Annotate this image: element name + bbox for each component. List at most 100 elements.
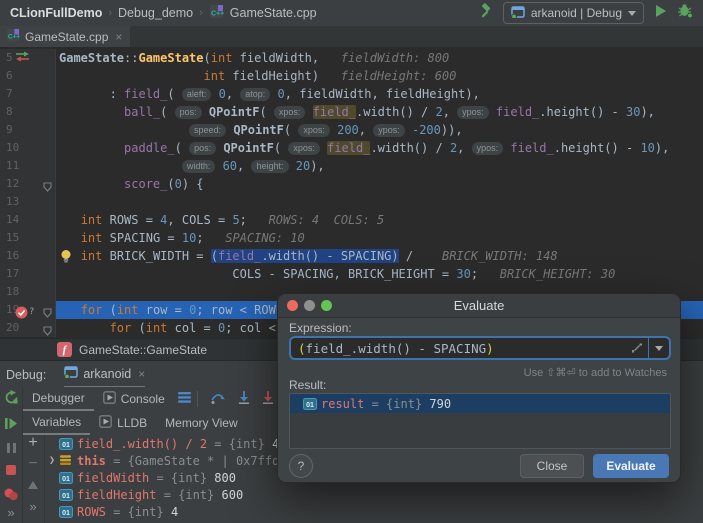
debug-session-tab[interactable]: arkanoid × [64,361,146,388]
code-text[interactable]: int fieldHeight) fieldHeight: 600 [56,67,703,85]
code-line-9[interactable]: 9 speed: QPointF( xpos: 200, ypos: -200)… [0,121,703,139]
navigate-arrows-icon[interactable] [15,51,30,62]
triangle-up-icon[interactable] [22,481,44,489]
debug-button[interactable] [677,3,693,23]
variable-row[interactable]: 01 ROWS = {int} 4 [45,503,703,520]
gutter[interactable]: 19? [0,301,56,319]
result-row[interactable]: 01 result = {int} 790 [290,394,670,413]
code-line-17[interactable]: 17 COLS - SPACING, BRICK_HEIGHT = 30; BR… [0,265,703,283]
code-line-15[interactable]: 15 int SPACING = 10; SPACING: 10 [0,229,703,247]
code-line-13[interactable]: 13 [0,193,703,211]
window-controls [287,300,332,311]
code-line-8[interactable]: 8 ball_( pos: QPointF( xpos: field_.widt… [0,103,703,121]
gutter[interactable]: 11 [0,157,56,175]
breadcrumb-separator-icon: › [199,7,203,19]
remove-watch-minus-icon[interactable]: − [22,455,44,473]
variable-name: ROWS [77,504,106,519]
breadcrumb-function[interactable]: GameState::GameState [79,343,207,357]
code-text[interactable]: GameState::GameState(int fieldWidth, fie… [56,49,703,67]
close-tab-icon[interactable]: × [115,30,122,44]
code-line-7[interactable]: 7 : field_( aleft: 0, atop: 0, fieldWidt… [0,85,703,103]
function-icon: f [57,342,72,357]
gutter[interactable]: 5 [0,49,56,67]
breadcrumb-project[interactable]: CLionFullDemo [10,6,102,20]
gutter[interactable]: 15 [0,229,56,247]
gutter[interactable]: 7 [0,85,56,103]
breadcrumb-file[interactable]: GameState.cpp [230,6,317,20]
clion-window: CLionFullDemo › Debug_demo › C++ GameSta… [0,0,703,523]
gutter[interactable]: 14 [0,211,56,229]
force-step-into-icon[interactable] [262,391,274,407]
build-hammer-icon[interactable] [477,2,493,24]
code-text[interactable]: int ROWS = 4, COLS = 5; ROWS: 4 COLS: 5 [56,211,703,229]
main-toolbar: CLionFullDemo › Debug_demo › C++ GameSta… [0,0,703,26]
variable-type: = {int} [105,504,171,519]
breadcrumb-folder[interactable]: Debug_demo [118,6,193,20]
minimize-window-icon[interactable] [304,300,315,311]
help-button[interactable]: ? [289,454,313,478]
gutter[interactable]: 10 [0,139,56,157]
step-into-icon[interactable] [238,391,250,407]
tab-console[interactable]: Console [94,387,174,411]
rerun-icon[interactable] [0,390,22,405]
more-actions-chevrons-icon[interactable]: » [0,505,22,520]
variable-row[interactable]: 01 fieldHeight = {int} 600 [45,486,703,503]
resume-icon[interactable] [0,417,22,430]
view-breakpoints-icon[interactable] [0,487,22,501]
code-line-14[interactable]: 14 int ROWS = 4, COLS = 5; ROWS: 4 COLS:… [0,211,703,229]
gutter[interactable]: 16 [0,247,56,265]
code-text[interactable] [56,193,703,211]
more-chevrons-icon[interactable]: » [22,499,44,514]
stop-icon[interactable] [0,464,22,476]
value-01-icon: 01 [59,488,77,501]
close-session-icon[interactable]: × [138,367,145,381]
code-line-10[interactable]: 10 paddle_( pos: QPointF( xpos: field_.w… [0,139,703,157]
layout-settings-icon[interactable] [177,392,191,406]
gutter[interactable]: 17 [0,265,56,283]
expression-history-dropdown[interactable] [649,345,669,351]
code-text[interactable]: ball_( pos: QPointF( xpos: field_.width(… [56,103,703,121]
dialog-title-bar[interactable]: Evaluate [278,294,680,318]
code-line-12[interactable]: 12 score_(0) { [0,175,703,193]
code-line-16[interactable]: 16 int BRICK_WIDTH = (field_.width() - S… [0,247,703,265]
tab-variables[interactable]: Variables [23,411,91,435]
code-line-11[interactable]: 11 width: 60, height: 20), [0,157,703,175]
gutter[interactable]: 12 [0,175,56,193]
code-text[interactable]: : field_( aleft: 0, atop: 0, fieldWidth,… [56,85,703,103]
code-text[interactable]: int SPACING = 10; SPACING: 10 [56,229,703,247]
run-button[interactable] [654,4,667,23]
code-text[interactable]: width: 60, height: 20), [56,157,703,175]
evaluate-button[interactable]: Evaluate [593,454,669,478]
run-configuration-select[interactable]: arkanoid | Debug [502,2,644,24]
tab-memory-view[interactable]: Memory View [156,411,246,435]
gutter[interactable]: 13 [0,193,56,211]
object-icon [59,455,77,466]
code-line-6[interactable]: 6 int fieldHeight) fieldHeight: 600 [0,67,703,85]
code-text[interactable]: paddle_( pos: QPointF( xpos: field_.widt… [56,139,703,157]
expression-input[interactable]: (field_.width() - SPACING) [289,336,671,360]
add-watch-plus-icon[interactable]: + [22,434,44,452]
code-text[interactable]: int BRICK_WIDTH = (field_.width() - SPAC… [56,247,703,265]
pause-icon[interactable] [0,442,22,454]
chevron-right-icon[interactable]: ❯ [45,455,59,466]
tab-lldb[interactable]: LLDB [90,411,156,435]
run-config-app-icon [510,5,525,21]
code-text[interactable]: COLS - SPACING, BRICK_HEIGHT = 30; BRICK… [56,265,703,283]
step-over-icon[interactable] [210,391,226,407]
expand-expression-icon[interactable] [631,338,643,358]
gutter[interactable]: 9 [0,121,56,139]
gutter[interactable]: 20 [0,319,56,337]
zoom-window-icon[interactable] [321,300,332,311]
gutter[interactable]: 8 [0,103,56,121]
tab-gamestate-cpp[interactable]: C++ GameState.cpp × [0,26,131,49]
line-number: 5 [6,51,13,64]
gutter[interactable]: 6 [0,67,56,85]
tab-debugger[interactable]: Debugger [23,387,94,411]
gutter[interactable]: 18 [0,283,56,301]
close-window-icon[interactable] [287,300,298,311]
code-line-5[interactable]: 5 GameState::GameState(int fieldWidth, fi… [0,49,703,67]
result-tree[interactable]: 01 result = {int} 790 [289,393,671,449]
code-text[interactable]: score_(0) { [56,175,703,193]
close-button[interactable]: Close [520,454,584,478]
code-text[interactable]: speed: QPointF( xpos: 200, ypos: -200)), [56,121,703,139]
